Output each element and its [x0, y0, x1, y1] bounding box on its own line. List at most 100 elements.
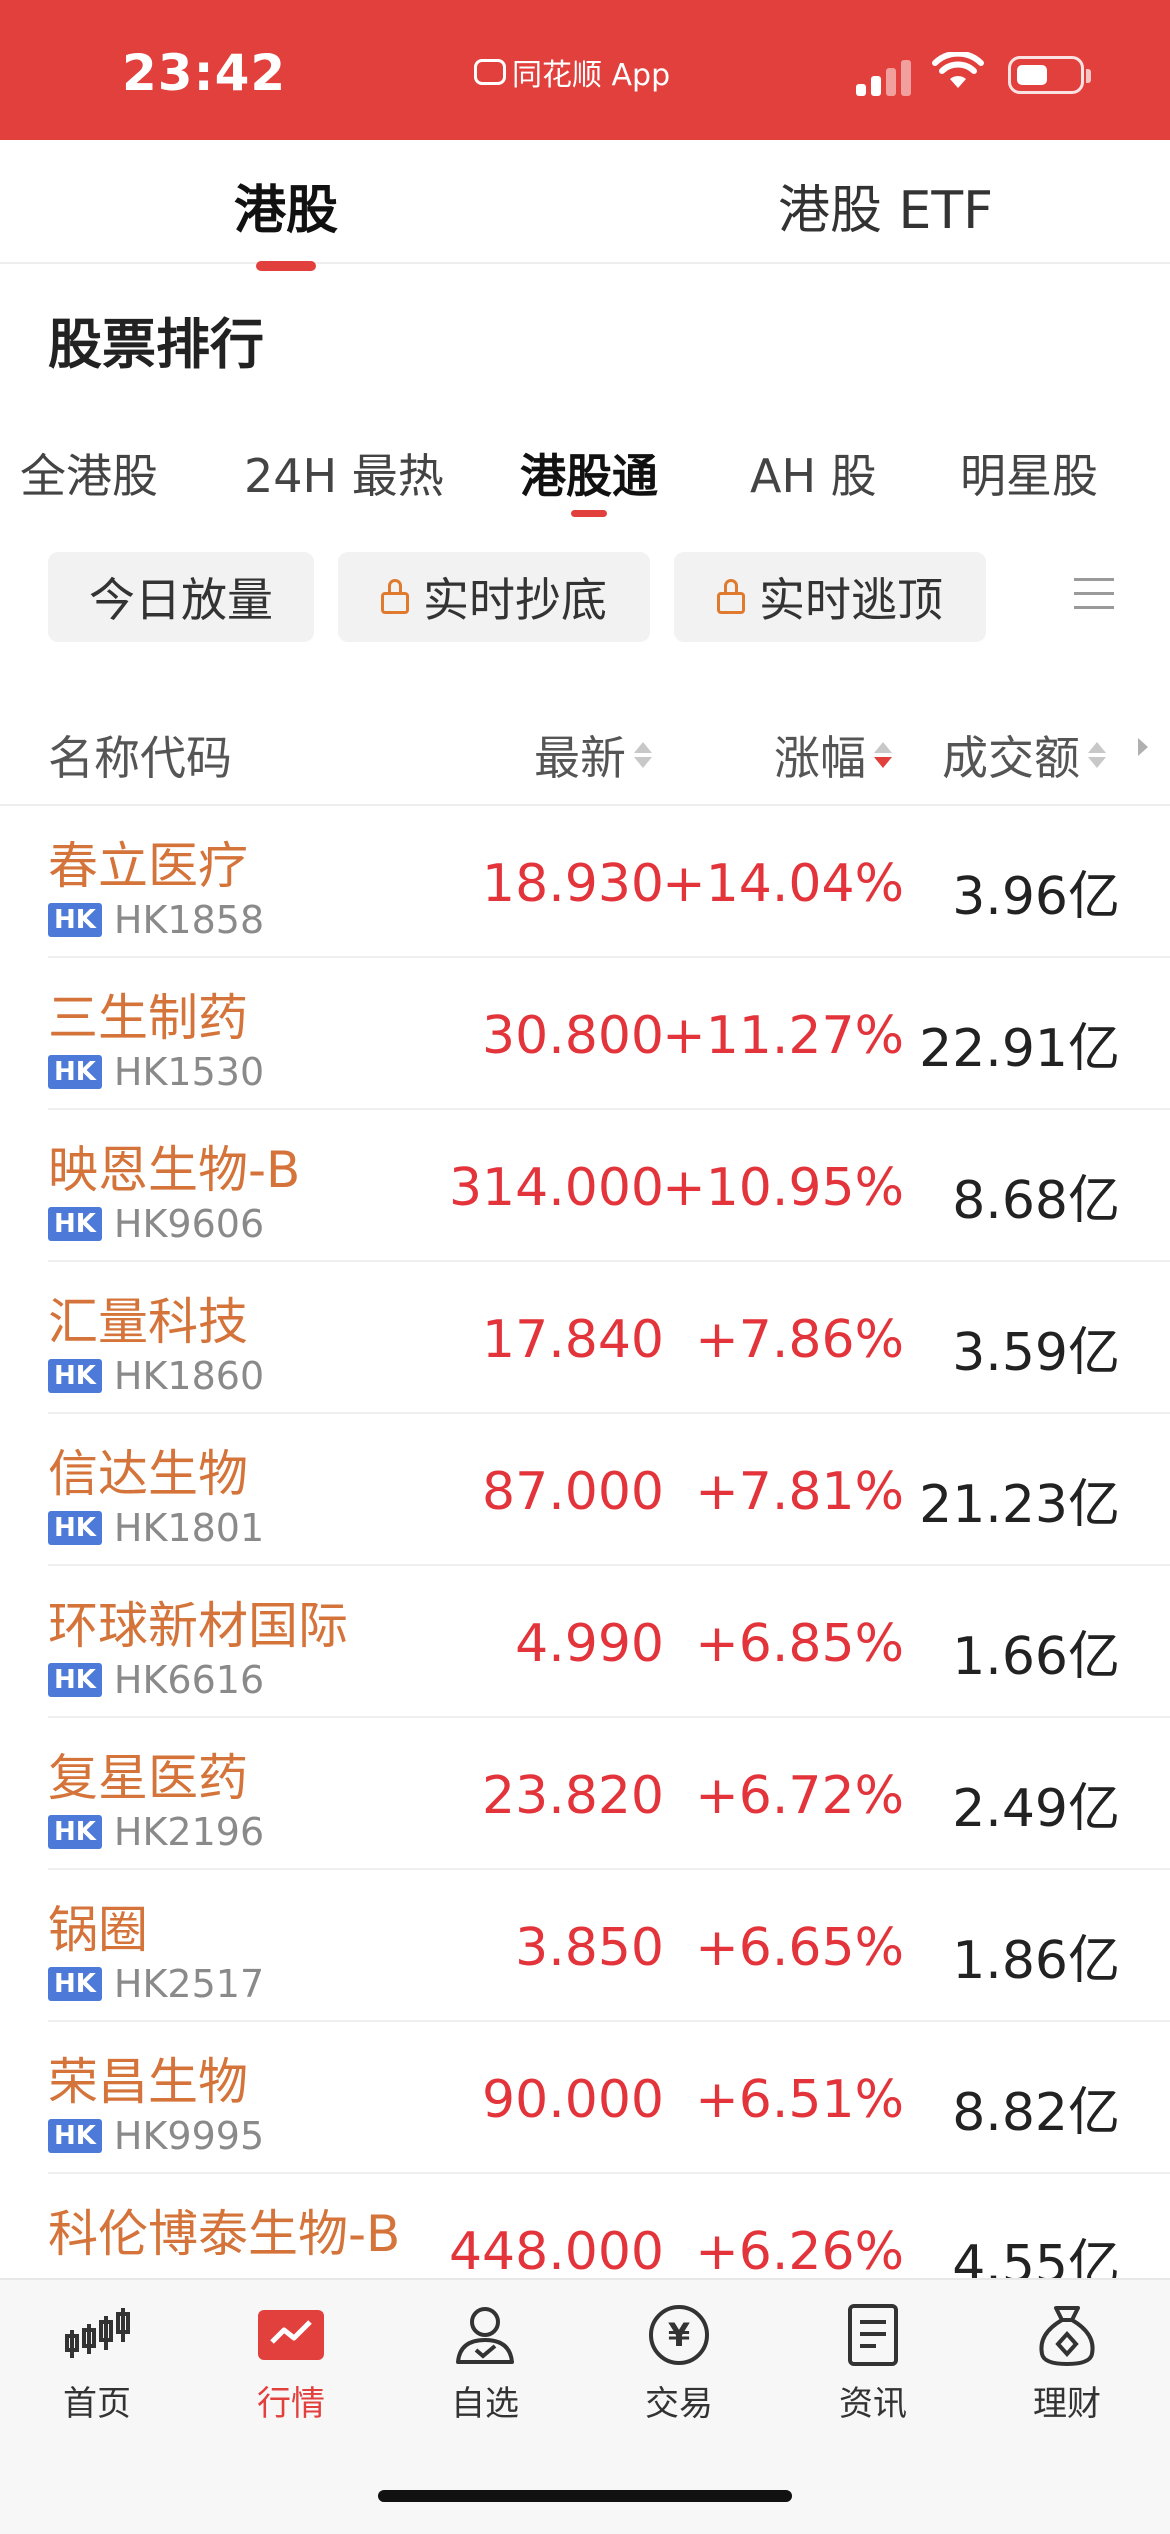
table-header: 名称代码 最新 涨幅 成交额 [0, 700, 1170, 806]
header-name-code: 名称代码 [48, 731, 232, 785]
latest-price: 17.840 [482, 1310, 664, 1370]
stock-name: 映恩生物-B [48, 1141, 301, 1199]
category-tab-24h-hot[interactable]: 24H 最热 [244, 440, 444, 506]
stock-name: 环球新材国际 [48, 1597, 348, 1655]
stock-code: HK9606 [113, 1202, 265, 1246]
table-row[interactable]: 信达生物 HK HK1801 87.000 +7.81% 21.23亿 [0, 1414, 1170, 1566]
stock-code: HK1860 [113, 1354, 265, 1398]
candlestick-icon [65, 2308, 130, 2358]
active-category-indicator [571, 510, 607, 517]
hk-badge: HK [48, 1511, 102, 1545]
nav-watchlist[interactable]: 自选 [405, 2302, 565, 2425]
nav-trade[interactable]: ¥ 交易 [599, 2302, 759, 2425]
table-row[interactable]: 锅圈 HK HK2517 3.850 +6.65% 1.86亿 [0, 1870, 1170, 2022]
stock-code-group: HK HK1858 [48, 898, 264, 942]
category-tab-all-hk[interactable]: 全港股 [20, 440, 158, 506]
stock-name: 科伦博泰生物-B [48, 2205, 401, 2263]
hk-badge: HK [48, 1815, 102, 1849]
turnover: 1.66亿 [952, 1627, 1120, 1687]
tab-hk-stocks[interactable]: 港股 [234, 168, 339, 271]
table-row[interactable]: 三生制药 HK HK1530 30.800 +11.27% 22.91亿 [0, 958, 1170, 1110]
header-volume[interactable]: 成交额 [942, 722, 1106, 788]
category-tab-label: 全港股 [20, 449, 158, 503]
table-row[interactable]: 映恩生物-B HK HK9606 314.000 +10.95% 8.68亿 [0, 1110, 1170, 1262]
money-bag-icon [1039, 2306, 1095, 2366]
stock-code-group: HK HK9606 [48, 1202, 264, 1246]
stock-code-group: HK HK2196 [48, 1810, 264, 1854]
change-percent: +7.81% [695, 1462, 904, 1522]
nav-wealth[interactable]: 理财 [987, 2302, 1147, 2425]
hk-badge: HK [48, 1967, 102, 2001]
back-to-app[interactable]: 同花顺 App [474, 50, 670, 94]
turnover: 1.86亿 [952, 1931, 1120, 1991]
lock-icon [381, 579, 409, 614]
sort-icon [1088, 742, 1106, 768]
tab-hk-stocks-label: 港股 [234, 181, 339, 241]
header-change[interactable]: 涨幅 [774, 722, 892, 788]
turnover: 21.23亿 [919, 1475, 1120, 1535]
stock-code-group: HK HK6616 [48, 1658, 264, 1702]
latest-price: 448.000 [448, 2222, 664, 2282]
nav-market[interactable]: 行情 [211, 2302, 371, 2425]
latest-price: 87.000 [482, 1462, 664, 1522]
filter-top-escape[interactable]: 实时逃顶 [674, 552, 986, 642]
table-row[interactable]: 春立医疗 HK HK1858 18.930 +14.04% 3.96亿 [0, 806, 1170, 958]
change-percent: +10.95% [662, 1158, 904, 1218]
stock-code-group: HK HK1860 [48, 1354, 264, 1398]
status-bar: 23:42 同花顺 App [0, 0, 1170, 140]
category-tab-ah[interactable]: AH 股 [750, 440, 877, 506]
ths-app-icon [474, 59, 506, 85]
turnover: 2.49亿 [952, 1779, 1120, 1839]
turnover: 3.59亿 [952, 1323, 1120, 1383]
turnover: 3.96亿 [952, 867, 1120, 927]
hk-badge: HK [48, 1359, 102, 1393]
category-tab-label: 港股通 [520, 449, 658, 503]
home-indicator[interactable] [378, 2490, 792, 2502]
stock-code: HK1530 [113, 1050, 265, 1094]
filter-bottom-fishing[interactable]: 实时抄底 [338, 552, 650, 642]
stock-name: 复星医药 [48, 1749, 248, 1807]
table-row[interactable]: 汇量科技 HK HK1860 17.840 +7.86% 3.59亿 [0, 1262, 1170, 1414]
latest-price: 30.800 [482, 1006, 664, 1066]
filter-volume-surge[interactable]: 今日放量 [48, 552, 314, 642]
section-title: 股票排行 [48, 313, 264, 376]
stock-code: HK1801 [113, 1506, 265, 1550]
nav-news-label: 资讯 [839, 2384, 907, 2424]
filter-menu-icon[interactable] [1074, 578, 1114, 620]
hk-badge: HK [48, 1663, 102, 1697]
turnover: 8.82亿 [952, 2083, 1120, 2143]
scroll-right-icon[interactable] [1138, 738, 1148, 756]
nav-news[interactable]: 资讯 [793, 2302, 953, 2425]
nav-home[interactable]: 首页 [17, 2302, 177, 2425]
category-tab-connect[interactable]: 港股通 [520, 440, 658, 517]
header-latest-label: 最新 [534, 731, 626, 785]
nav-trade-label: 交易 [645, 2384, 713, 2424]
tab-hk-etf[interactable]: 港股 ETF [778, 168, 993, 243]
category-tab-star[interactable]: 明星股 [960, 440, 1098, 506]
header-volume-label: 成交额 [942, 731, 1080, 785]
nav-market-label: 行情 [257, 2384, 325, 2424]
market-tabs: 港股 港股 ETF [0, 140, 1170, 271]
turnover: 8.68亿 [952, 1171, 1120, 1231]
change-percent: +6.65% [695, 1918, 904, 1978]
latest-price: 314.000 [448, 1158, 664, 1218]
table-row[interactable]: 环球新材国际 HK HK6616 4.990 +6.85% 1.66亿 [0, 1566, 1170, 1718]
filter-label: 实时逃顶 [759, 573, 943, 627]
table-row[interactable]: 荣昌生物 HK HK9995 90.000 +6.51% 8.82亿 [0, 2022, 1170, 2174]
header-latest[interactable]: 最新 [534, 722, 652, 788]
header-change-label: 涨幅 [774, 731, 866, 785]
hk-badge: HK [48, 2119, 102, 2153]
document-icon [848, 2304, 898, 2366]
status-time: 23:42 [122, 44, 287, 102]
table-row[interactable]: 复星医药 HK HK2196 23.820 +6.72% 2.49亿 [0, 1718, 1170, 1870]
stock-code: HK6616 [113, 1658, 265, 1702]
latest-price: 3.850 [515, 1918, 664, 1978]
change-percent: +11.27% [662, 1006, 904, 1066]
stock-code-group: HK HK2517 [48, 1962, 264, 2006]
stock-code: HK2517 [113, 1962, 265, 2006]
change-percent: +14.04% [662, 854, 904, 914]
latest-price: 18.930 [482, 854, 664, 914]
active-tab-indicator [256, 261, 316, 271]
sort-desc-icon [874, 742, 892, 768]
market-chart-icon [258, 2310, 324, 2360]
